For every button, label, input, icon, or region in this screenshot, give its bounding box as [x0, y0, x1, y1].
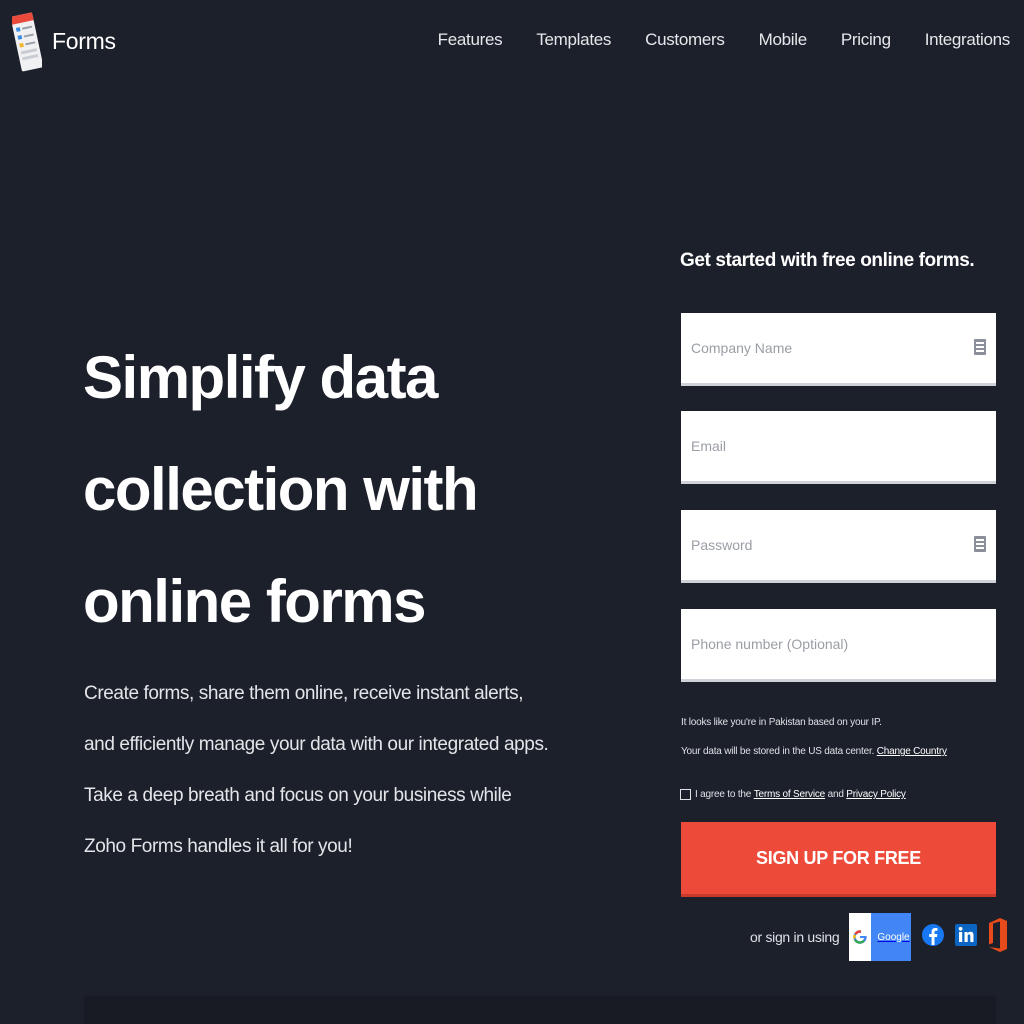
company-name-field-wrapper [681, 313, 996, 386]
id-card-icon [974, 536, 986, 552]
nav-integrations[interactable]: Integrations [925, 30, 1011, 49]
privacy-policy-link[interactable]: Privacy Policy [846, 789, 906, 800]
logo-link[interactable]: Forms [10, 10, 116, 76]
logo-text: Forms [52, 28, 116, 54]
hero-title: Simplify data collection with online for… [83, 322, 563, 658]
facebook-icon [921, 915, 945, 960]
sign-up-button[interactable]: SIGN UP FOR FREE [681, 822, 996, 897]
site-header: Forms Features Templates Customers Mobil… [0, 0, 1024, 88]
google-icon [849, 913, 872, 961]
office365-icon [987, 913, 1009, 962]
linkedin-icon [955, 915, 978, 960]
agree-and: and [827, 789, 844, 800]
signup-title: Get started with free online forms. [680, 250, 975, 271]
phone-input[interactable] [681, 609, 996, 679]
notice-line-2: Your data will be stored in the US data … [681, 737, 1001, 766]
notice-line-2-text: Your data will be stored in the US data … [681, 746, 875, 757]
hero-title-line-2: collection with [83, 456, 479, 523]
password-input[interactable] [681, 510, 996, 580]
main-nav: Features Templates Customers Mobile Pric… [438, 30, 1011, 50]
hero-title-line-3: online forms [83, 568, 427, 635]
hero-title-line-1: Simplify data [83, 344, 438, 411]
forms-logo-icon [10, 10, 44, 74]
terms-checkbox[interactable] [680, 789, 691, 800]
terms-of-service-link[interactable]: Terms of Service [754, 789, 825, 800]
agree-prefix: I agree to the [695, 789, 752, 800]
company-name-input[interactable] [681, 313, 996, 383]
notice-line-1: It looks like you're in Pakistan based o… [681, 717, 882, 728]
bottom-section-edge [84, 996, 996, 1024]
email-field-wrapper [681, 411, 996, 484]
google-label: Google [877, 931, 910, 943]
nav-templates[interactable]: Templates [536, 30, 611, 49]
data-center-notice: It looks like you're in Pakistan based o… [681, 708, 1001, 766]
password-field-wrapper [681, 510, 996, 583]
social-signin-label: or sign in using [750, 929, 840, 945]
nav-mobile[interactable]: Mobile [759, 30, 808, 49]
email-input[interactable] [681, 411, 996, 481]
nav-customers[interactable]: Customers [645, 30, 725, 49]
phone-field-wrapper [681, 609, 996, 682]
google-signin-button[interactable]: Google [849, 913, 912, 961]
linkedin-signin-button[interactable] [955, 915, 978, 960]
nav-features[interactable]: Features [438, 30, 503, 49]
social-signin: or sign in using Google [750, 912, 1019, 962]
terms-agreement: I agree to the Terms of Service and Priv… [680, 789, 906, 800]
hero-description: Create forms, share them online, receive… [84, 683, 549, 857]
nav-pricing[interactable]: Pricing [841, 30, 891, 49]
change-country-link[interactable]: Change Country [877, 746, 947, 757]
id-card-icon [974, 339, 986, 355]
office365-signin-button[interactable] [987, 913, 1009, 962]
facebook-signin-button[interactable] [921, 915, 945, 960]
